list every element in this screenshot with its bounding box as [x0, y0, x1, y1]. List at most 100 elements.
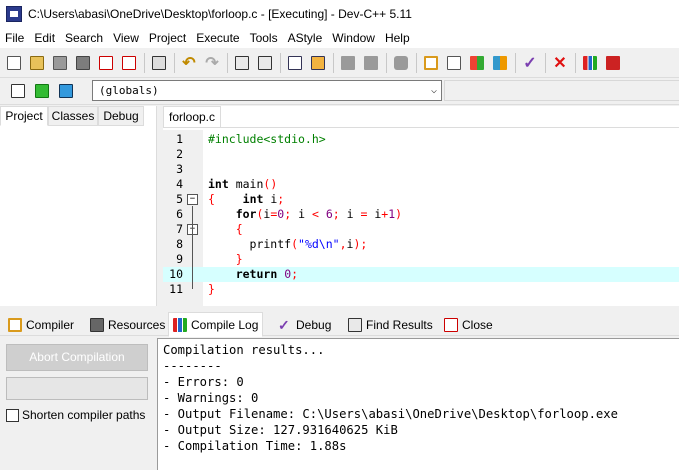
code-text: { [235, 222, 243, 236]
bookmark-back-icon[interactable] [338, 53, 358, 73]
code-line[interactable]: 10 return 0; [163, 267, 679, 282]
redo-icon[interactable]: ↷ [202, 53, 222, 73]
toolbar-separator [174, 52, 175, 73]
log-line: - Errors: 0 [163, 375, 244, 389]
code-line[interactable]: 6 for(i=0; i < 6; i = i+1) [163, 207, 679, 222]
close-all-icon[interactable] [119, 53, 139, 73]
tab-debug-output[interactable]: ✓ Debug [274, 314, 335, 336]
stop-execution-icon[interactable]: ✕ [550, 53, 570, 73]
unindent-icon[interactable] [308, 53, 328, 73]
code-text: return 0; [235, 267, 299, 281]
code-line[interactable]: 7− { [163, 222, 679, 237]
menu-project[interactable]: Project [144, 28, 191, 48]
toolbar-separator [333, 52, 334, 73]
indent-icon[interactable] [285, 53, 305, 73]
profile-chart-icon[interactable] [580, 53, 600, 73]
run-window-icon[interactable] [444, 53, 464, 73]
save-all-icon[interactable] [73, 53, 93, 73]
comment-icon[interactable] [391, 53, 411, 73]
function-combobox[interactable] [444, 80, 679, 101]
toolbar-separator [575, 52, 576, 73]
menu-help[interactable]: Help [380, 28, 415, 48]
fold-guide-line [192, 236, 193, 259]
menu-file[interactable]: File [0, 28, 29, 48]
print-icon[interactable] [149, 53, 169, 73]
code-line[interactable]: 2 [163, 147, 679, 162]
menu-bar: File Edit Search View Project Execute To… [0, 28, 679, 48]
line-number: 9 [176, 252, 183, 266]
code-line[interactable]: 8 printf("%d\n",i); [163, 237, 679, 252]
menu-window[interactable]: Window [327, 28, 380, 48]
log-line: -------- [163, 359, 222, 373]
abort-compilation-button[interactable]: Abort Compilation [6, 344, 148, 371]
tab-compiler-label: Compiler [26, 318, 75, 332]
code-text: } [235, 252, 243, 266]
editor-tab-forloop[interactable]: forloop.c [163, 106, 221, 127]
tab-project[interactable]: Project [0, 106, 48, 126]
open-file-icon[interactable] [27, 53, 47, 73]
window-title: C:\Users\abasi\OneDrive\Desktop\forloop.… [28, 7, 412, 21]
title-bar: C:\Users\abasi\OneDrive\Desktop\forloop.… [0, 0, 679, 28]
fold-toggle-icon[interactable]: − [187, 194, 198, 205]
close-file-icon[interactable] [96, 53, 116, 73]
line-number: 7 [176, 222, 183, 236]
tab-find-results-label: Find Results [366, 318, 433, 332]
new-file-icon[interactable] [4, 53, 24, 73]
code-line[interactable]: 1 #include<stdio.h> [163, 132, 679, 147]
tab-find-results[interactable]: Find Results [344, 314, 437, 336]
scope-combobox-value: (globals) [99, 84, 159, 97]
tab-resources[interactable]: Resources [86, 314, 169, 336]
scope-combobox[interactable]: (globals) ⌵ [92, 80, 442, 101]
menu-edit[interactable]: Edit [29, 28, 60, 48]
compile-grid-icon[interactable] [421, 53, 441, 73]
code-line[interactable]: 9 } [163, 252, 679, 267]
code-line[interactable]: 11} [163, 282, 679, 297]
tab-classes[interactable]: Classes [48, 106, 98, 126]
shorten-paths-row[interactable]: Shorten compiler paths [6, 407, 145, 423]
toolbar-separator [144, 52, 145, 73]
menu-view[interactable]: View [108, 28, 144, 48]
add-to-project-icon[interactable] [32, 81, 52, 101]
line-number: 8 [176, 237, 183, 251]
menu-astyle[interactable]: AStyle [283, 28, 328, 48]
tab-compiler[interactable]: Compiler [4, 314, 78, 336]
shorten-paths-checkbox[interactable] [6, 408, 19, 422]
compile-run-icon[interactable] [467, 53, 487, 73]
menu-search[interactable]: Search [60, 28, 108, 48]
code-line[interactable]: 4 int main() [163, 177, 679, 192]
tab-close[interactable]: Close [440, 314, 497, 336]
tab-compile-log[interactable]: Compile Log [168, 312, 264, 337]
toolbar-separator [416, 52, 417, 73]
syntax-check-icon[interactable]: ✓ [520, 53, 540, 73]
log-line: Compilation results... [163, 343, 325, 357]
compile-progress-bar [6, 377, 148, 400]
replace-icon[interactable] [255, 53, 275, 73]
toolbar-separator [515, 52, 516, 73]
log-line: - Output Size: 127.931640625 KiB [163, 423, 398, 437]
code-line[interactable]: 3 [163, 162, 679, 177]
tab-debug[interactable]: Debug [98, 106, 144, 126]
save-icon[interactable] [50, 53, 70, 73]
menu-tools[interactable]: Tools [245, 28, 283, 48]
line-number: 2 [176, 147, 183, 161]
menu-execute[interactable]: Execute [191, 28, 244, 48]
line-number: 11 [169, 282, 183, 296]
resources-icon [90, 318, 104, 332]
shorten-paths-label: Shorten compiler paths [22, 408, 146, 422]
goto-class-icon[interactable] [8, 81, 28, 101]
compiler-grid-icon [8, 318, 22, 332]
find-icon[interactable] [232, 53, 252, 73]
remove-from-project-icon[interactable] [56, 81, 76, 101]
line-number: 10 [169, 267, 183, 281]
devcpp-app-icon [6, 6, 22, 22]
compile-log-output[interactable]: Compilation results... -------- - Errors… [157, 338, 679, 470]
chevron-down-icon[interactable]: ⌵ [431, 81, 437, 100]
undo-icon[interactable]: ↶ [179, 53, 199, 73]
toolbar-separator [227, 52, 228, 73]
delete-profile-icon[interactable] [603, 53, 623, 73]
bookmark-forward-icon[interactable] [361, 53, 381, 73]
log-line: - Output Filename: C:\Users\abasi\OneDri… [163, 407, 618, 421]
code-line[interactable]: 5−{ int i; [163, 192, 679, 207]
rebuild-icon[interactable] [490, 53, 510, 73]
line-number: 1 [176, 132, 183, 146]
